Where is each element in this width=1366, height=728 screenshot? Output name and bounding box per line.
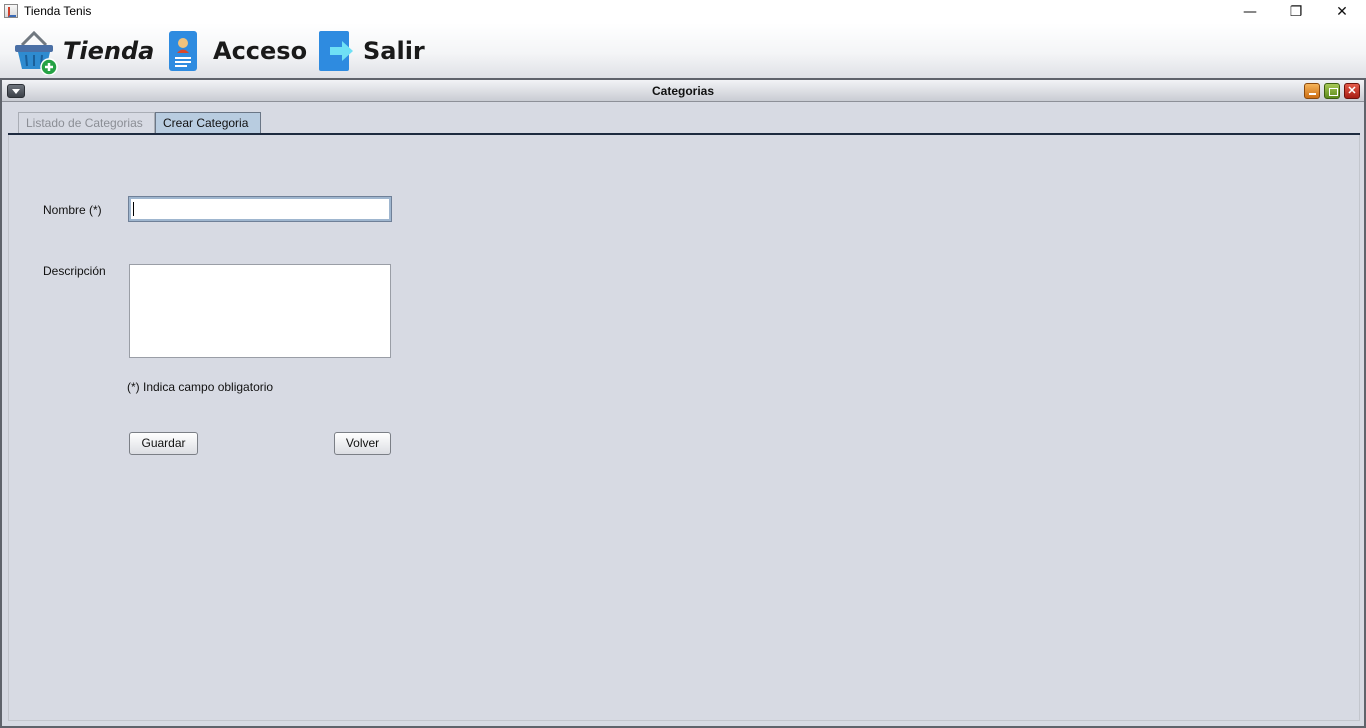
descripcion-textarea[interactable]	[129, 264, 391, 358]
menu-item-salir[interactable]: Salir	[318, 23, 425, 78]
window-title: Tienda Tenis	[24, 4, 92, 18]
descripcion-label: Descripción	[43, 264, 106, 278]
basket-add-icon	[15, 30, 58, 75]
minimize-button[interactable]: —	[1227, 0, 1273, 23]
volver-button[interactable]: Volver	[334, 432, 391, 455]
window-title-bar: Tienda Tenis — ❐ ✕	[0, 0, 1366, 23]
menu-label-acceso: Acceso	[213, 36, 308, 65]
menu-item-tienda[interactable]: Tienda	[12, 23, 154, 78]
text-caret	[133, 202, 134, 216]
tab-content-panel	[8, 135, 1360, 721]
frame-maximize-button[interactable]	[1324, 83, 1340, 99]
internal-frame-title: Categorias	[651, 84, 715, 98]
nombre-label: Nombre (*)	[43, 203, 102, 217]
internal-frame-title-bar[interactable]: Categorias ✕	[2, 78, 1364, 102]
tab-listado-categorias[interactable]: Listado de Categorias	[18, 112, 155, 134]
nombre-input[interactable]	[128, 196, 392, 222]
restore-button[interactable]: ❐	[1273, 0, 1319, 23]
guardar-button[interactable]: Guardar	[129, 432, 198, 455]
id-badge-icon	[169, 30, 197, 71]
categorias-internal-frame: Categorias ✕ Listado de Categorias Crear…	[0, 78, 1366, 728]
menu-item-acceso[interactable]: Acceso	[168, 23, 307, 78]
menu-label-tienda: Tienda	[63, 36, 155, 65]
menu-label-salir: Salir	[363, 36, 425, 65]
frame-close-button[interactable]: ✕	[1344, 83, 1360, 99]
frame-minimize-button[interactable]	[1304, 83, 1320, 99]
close-button[interactable]: ✕	[1319, 0, 1365, 23]
java-app-icon	[4, 4, 18, 18]
tab-crear-categoria[interactable]: Crear Categoria	[155, 112, 261, 134]
exit-arrow-icon	[319, 30, 353, 71]
required-note: (*) Indica campo obligatorio	[127, 380, 274, 394]
menu-bar: Tienda Acceso Salir	[0, 23, 1366, 78]
